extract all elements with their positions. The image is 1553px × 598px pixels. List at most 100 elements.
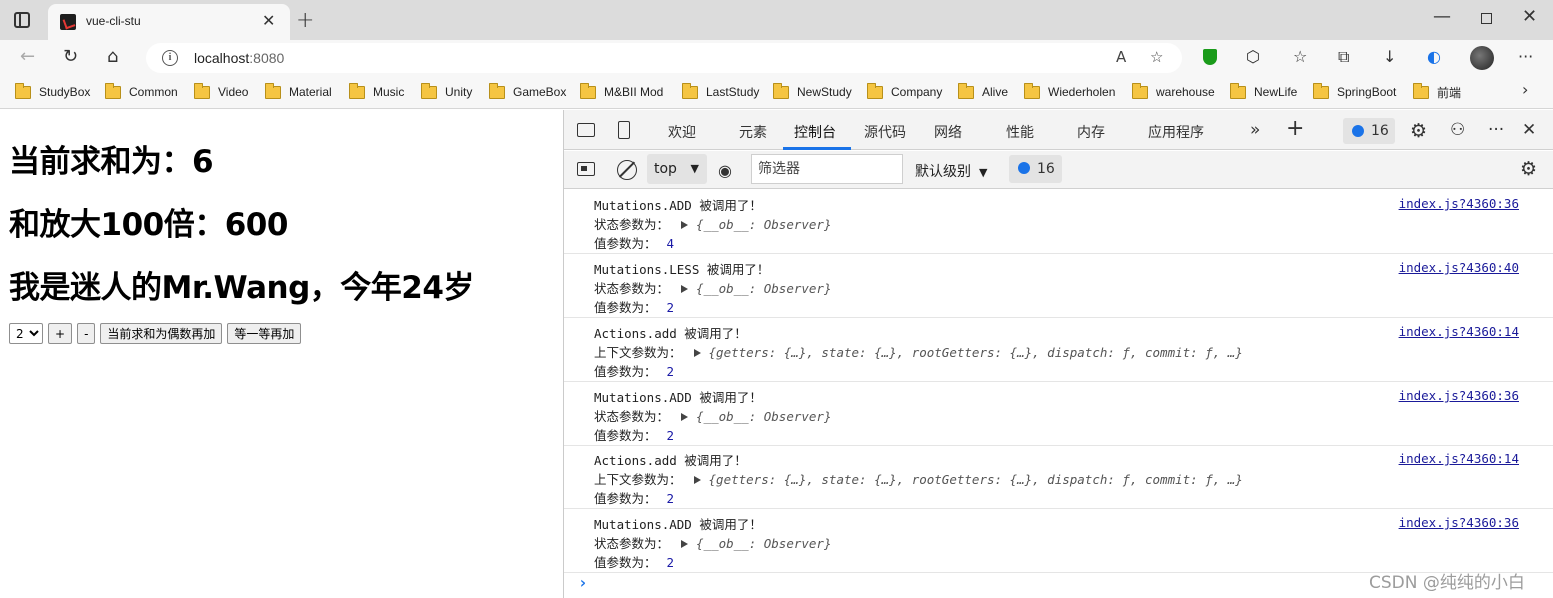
feedback-icon[interactable]: ⚇ — [1450, 120, 1465, 140]
context-select[interactable]: top ▼ — [647, 154, 707, 184]
log-source-link[interactable]: index.js?4360:40 — [1399, 260, 1519, 275]
home-icon[interactable]: ⌂ — [107, 46, 118, 67]
bookmark-item[interactable]: warehouse — [1132, 82, 1215, 101]
bookmark-item[interactable]: Unity — [421, 82, 472, 101]
tab-sources[interactable]: 源代码 — [864, 122, 906, 142]
bookmark-item[interactable]: Company — [867, 82, 942, 101]
info-icon[interactable]: i — [162, 50, 178, 66]
downloads-icon[interactable]: ↓ — [1383, 47, 1396, 66]
clear-console-icon[interactable] — [617, 160, 637, 180]
log-source-link[interactable]: index.js?4360:36 — [1399, 515, 1519, 530]
console-output: Mutations.ADD 被调用了！ 状态参数为： {__ob__: Obser… — [564, 190, 1553, 598]
increment-button[interactable]: + — [48, 323, 73, 344]
tab-memory[interactable]: 内存 — [1077, 122, 1105, 142]
favorite-add-icon[interactable]: ☆ — [1150, 48, 1163, 66]
avatar[interactable] — [1470, 46, 1494, 70]
message-count-badge[interactable]: 16 — [1009, 155, 1062, 183]
collections-icon[interactable]: ⧉ — [1338, 47, 1349, 67]
more-menu-icon[interactable]: ··· — [1518, 47, 1533, 66]
bookmark-item[interactable]: Alive — [958, 82, 1008, 101]
log-source-link[interactable]: index.js?4360:14 — [1399, 324, 1519, 339]
extensions-icon[interactable]: ⬡ — [1246, 47, 1260, 66]
minimize-icon[interactable]: — — [1433, 6, 1451, 27]
folder-icon — [1132, 82, 1148, 99]
issues-badge[interactable]: 16 — [1343, 118, 1395, 144]
chevron-right-icon[interactable]: › — [1522, 80, 1528, 99]
expand-triangle-icon[interactable] — [681, 540, 689, 548]
bookmark-item[interactable]: Common — [105, 82, 178, 101]
tab-actions-icon[interactable] — [14, 12, 30, 28]
url-text[interactable]: localhost:8080 — [194, 50, 284, 66]
bookmark-item[interactable]: 前端 — [1413, 82, 1461, 101]
log-arg[interactable]: 状态参数为： {__ob__: Observer} — [594, 406, 831, 425]
bookmark-item[interactable]: GameBox — [489, 82, 566, 101]
log-arg[interactable]: 状态参数为： {__ob__: Observer} — [594, 533, 831, 552]
console-prompt-icon[interactable]: › — [578, 573, 588, 592]
device-emulation-icon[interactable] — [618, 121, 630, 139]
favorites-icon[interactable]: ☆ — [1293, 47, 1307, 66]
bookmark-item[interactable]: StudyBox — [15, 82, 90, 101]
log-source-link[interactable]: index.js?4360:36 — [1399, 388, 1519, 403]
bookmark-item[interactable]: Music — [349, 82, 404, 101]
maximize-icon[interactable] — [1481, 13, 1492, 24]
folder-icon — [349, 82, 365, 99]
tab-console[interactable]: 控制台 — [794, 122, 836, 142]
expand-triangle-icon[interactable] — [693, 349, 701, 357]
edge-bar-icon[interactable]: ◐ — [1427, 47, 1441, 66]
window-close-icon[interactable]: ✕ — [1522, 6, 1537, 27]
settings-icon[interactable]: ⚙ — [1410, 120, 1427, 142]
page-content: 当前求和为：6 和放大100倍：600 我是迷人的Mr.Wang，今年24岁 2… — [0, 110, 563, 598]
bookmark-item[interactable]: Material — [265, 82, 332, 101]
tab-elements[interactable]: 元素 — [739, 122, 767, 142]
browser-tab[interactable]: vue-cli-stu ✕ — [48, 4, 290, 40]
console-sidebar-icon[interactable] — [577, 162, 595, 176]
close-devtools-icon[interactable]: ✕ — [1522, 120, 1536, 140]
step-select[interactable]: 2 — [9, 323, 43, 344]
more-tabs-icon[interactable]: » — [1250, 120, 1260, 140]
expand-triangle-icon[interactable] — [693, 476, 701, 484]
expand-triangle-icon[interactable] — [681, 285, 689, 293]
log-arg[interactable]: 上下文参数为： {getters: {…}, state: {…}, rootGe… — [594, 469, 1243, 488]
bookmark-item[interactable]: NewStudy — [773, 82, 852, 101]
add-tool-icon[interactable]: + — [1286, 116, 1304, 141]
console-filter-bar: top▼ ◉ 默认级别▼ 16 ⚙ — [564, 151, 1553, 189]
bookmark-item[interactable]: SpringBoot — [1313, 82, 1396, 101]
log-entry: Mutations.LESS 被调用了！ 状态参数为： {__ob__: Obse… — [564, 254, 1553, 318]
tab-close-icon[interactable]: ✕ — [262, 11, 275, 30]
bookmark-item[interactable]: LastStudy — [682, 82, 759, 101]
read-aloud-icon[interactable]: A — [1116, 48, 1126, 66]
log-arg[interactable]: 状态参数为： {__ob__: Observer} — [594, 214, 831, 233]
tab-performance[interactable]: 性能 — [1006, 122, 1034, 142]
inspect-element-icon[interactable] — [577, 123, 595, 137]
new-tab-icon[interactable]: + — [296, 8, 314, 33]
back-icon[interactable]: ← — [20, 46, 35, 67]
log-arg[interactable]: 上下文参数为： {getters: {…}, state: {…}, rootGe… — [594, 342, 1243, 361]
log-level-select[interactable]: 默认级别 ▼ — [915, 161, 987, 181]
eye-icon[interactable]: ◉ — [718, 161, 732, 180]
tab-network[interactable]: 网络 — [934, 122, 962, 142]
filter-input[interactable] — [751, 154, 903, 184]
log-arg[interactable]: 状态参数为： {__ob__: Observer} — [594, 278, 831, 297]
log-source-link[interactable]: index.js?4360:14 — [1399, 451, 1519, 466]
expand-triangle-icon[interactable] — [681, 413, 689, 421]
expand-triangle-icon[interactable] — [681, 221, 689, 229]
increment-if-odd-button[interactable]: 当前求和为偶数再加 — [100, 323, 223, 344]
adblock-extension-icon[interactable] — [1203, 49, 1217, 65]
log-title: Actions.add 被调用了！ — [594, 326, 747, 341]
refresh-icon[interactable]: ↻ — [63, 46, 78, 67]
favicon-icon — [60, 14, 76, 30]
bookmark-item[interactable]: Wiederholen — [1024, 82, 1115, 101]
bookmark-item[interactable]: M&BII Mod — [580, 82, 663, 101]
bookmark-item[interactable]: Video — [194, 82, 248, 101]
console-settings-icon[interactable]: ⚙ — [1520, 158, 1537, 180]
tab-application[interactable]: 应用程序 — [1148, 122, 1204, 142]
more-options-icon[interactable]: ··· — [1488, 120, 1504, 140]
address-bar[interactable]: i localhost:8080 A ☆ — [146, 43, 1182, 73]
log-title: Mutations.ADD 被调用了！ — [594, 390, 762, 405]
folder-icon — [1313, 82, 1329, 99]
decrement-button[interactable]: - — [77, 323, 96, 344]
log-source-link[interactable]: index.js?4360:36 — [1399, 196, 1519, 211]
tab-welcome[interactable]: 欢迎 — [668, 122, 696, 142]
increment-wait-button[interactable]: 等一等再加 — [227, 323, 302, 344]
bookmark-item[interactable]: NewLife — [1230, 82, 1297, 101]
